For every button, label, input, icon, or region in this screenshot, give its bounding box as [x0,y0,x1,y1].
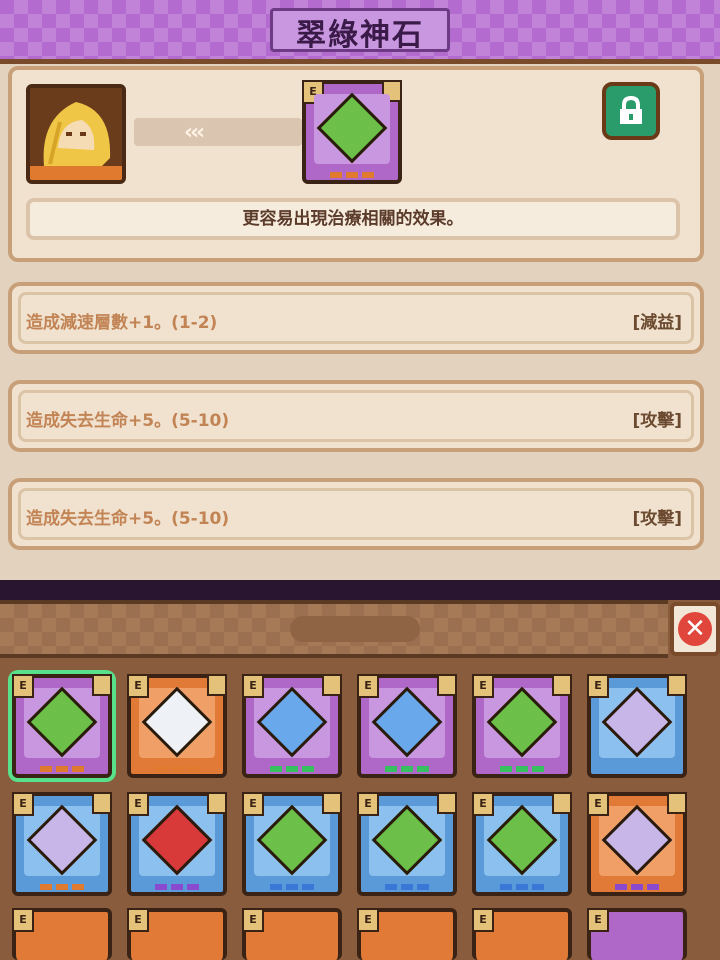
slot-dots [16,766,108,772]
small-lock-icon [322,674,342,696]
inventory-gem[interactable]: E [357,674,457,778]
close-icon: ✕ [678,612,712,646]
small-lock-icon [552,792,572,814]
equip-badge: E [242,908,264,932]
small-lock-icon [92,792,112,814]
arrow-left-icon: ‹‹‹ [184,120,205,145]
slot-dots [361,766,453,772]
inventory-gem[interactable]: E [587,908,687,960]
equip-badge: E [587,908,609,932]
slot-dots [246,884,338,890]
affix-row: 造成失去生命+5。(5-10) [攻擊] [8,380,704,452]
inventory-header [0,600,668,658]
affix-tag: [攻擊] [632,509,682,529]
equip-badge: E [12,792,34,816]
affix-text: 造成失去生命+5。(5-10) [26,509,230,529]
small-lock-icon [667,792,687,814]
title-bar: 翠綠神石 [0,0,720,64]
slot-dots [306,172,398,178]
equip-badge: E [472,908,494,932]
small-lock-icon [92,674,112,696]
inventory-gem[interactable]: E [472,908,572,960]
inventory-gem[interactable]: E [127,674,227,778]
inventory-gem[interactable]: E [12,674,112,778]
inventory-gem[interactable]: E [12,908,112,960]
affix-tag: [攻擊] [632,411,682,431]
slot-dots [476,884,568,890]
inventory-gem[interactable]: E [472,674,572,778]
inventory-gem[interactable]: E [242,908,342,960]
affix-text: 造成減速層數+1。(1-2) [26,313,218,333]
equip-badge: E [127,792,149,816]
equip-badge: E [472,674,494,698]
inventory-gem[interactable]: E [587,674,687,778]
panel-divider [0,580,720,600]
equip-arrow-track: ‹‹‹ [134,118,302,146]
item-description: 更容易出現治療相關的效果。 [26,198,680,240]
small-lock-icon [207,674,227,696]
character-portrait[interactable] [26,84,126,184]
equip-badge: E [242,674,264,698]
slot-dots [246,766,338,772]
slot-dots [591,884,683,890]
slot-dots [16,884,108,890]
slot-dots [476,766,568,772]
equip-badge: E [587,792,609,816]
inventory-gem[interactable]: E [12,792,112,896]
small-lock-icon [207,792,227,814]
affix-text: 造成失去生命+5。(5-10) [26,411,230,431]
item-detail-panel: 翠綠神石 ‹‹‹ E 更容易出現治療相關的效果。 造成減速層數+1。(1-2) … [0,0,720,580]
equip-badge: E [357,792,379,816]
inventory-gem[interactable]: E [472,792,572,896]
slot-dots [131,884,223,890]
inventory-gem[interactable]: E [127,908,227,960]
small-lock-icon [437,792,457,814]
slot-dots [131,766,223,772]
equip-badge: E [12,908,34,932]
small-lock-icon [437,674,457,696]
affix-row: 造成減速層數+1。(1-2) [減益] [8,282,704,354]
equip-badge: E [127,908,149,932]
inventory-gem[interactable]: E [127,792,227,896]
inventory-gem[interactable]: E [242,674,342,778]
lock-icon [620,96,642,124]
lock-button[interactable] [602,82,660,140]
inventory-gem[interactable]: E [587,792,687,896]
equip-badge: E [12,674,34,698]
equip-badge: E [357,674,379,698]
portrait-bar [30,166,122,180]
small-lock-icon [667,674,687,696]
small-lock-icon [322,792,342,814]
inventory-gem[interactable]: E [357,908,457,960]
equip-badge: E [472,792,494,816]
affix-row: 造成失去生命+5。(5-10) [攻擊] [8,478,704,550]
small-lock-icon [552,674,572,696]
equip-badge: E [357,908,379,932]
equip-badge: E [127,674,149,698]
equip-badge: E [242,792,264,816]
slot-dots [361,884,453,890]
current-gem[interactable]: E [302,80,402,184]
close-button[interactable]: ✕ [670,602,720,656]
header-slot [290,616,420,642]
equip-badge: E [587,674,609,698]
page-title: 翠綠神石 [296,18,424,53]
inventory-gem[interactable]: E [357,792,457,896]
inventory-gem[interactable]: E [242,792,342,896]
affix-tag: [減益] [632,313,682,333]
